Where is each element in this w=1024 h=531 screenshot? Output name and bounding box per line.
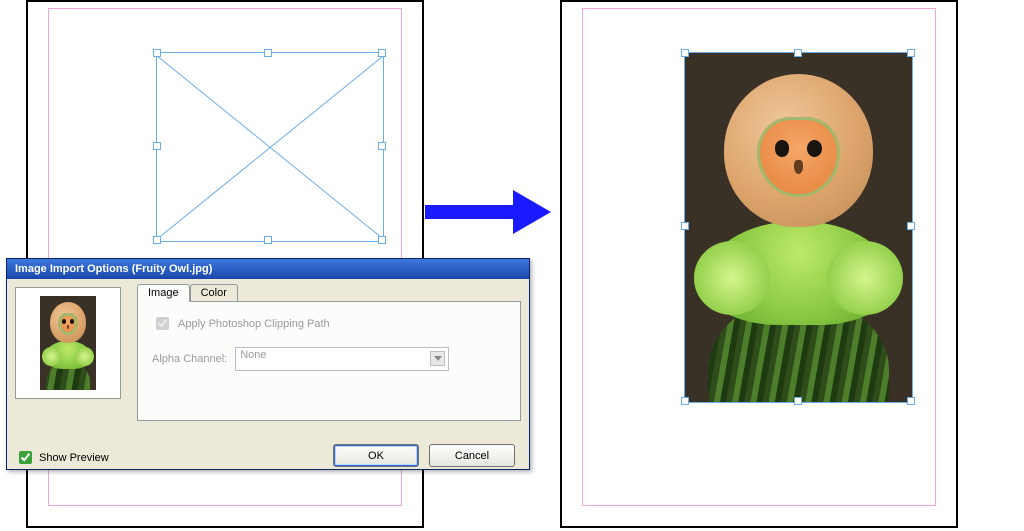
frame-handle[interactable] [907,397,915,405]
frame-handle[interactable] [681,397,689,405]
alpha-channel-dropdown: None [235,347,449,371]
apply-clipping-row: Apply Photoshop Clipping Path [152,314,506,333]
apply-clipping-label: Apply Photoshop Clipping Path [178,318,330,330]
alpha-channel-value: None [240,349,266,361]
dialog-titlebar[interactable]: Image Import Options (Fruity Owl.jpg) [7,259,529,279]
placed-image-frame[interactable] [684,52,913,403]
show-preview-label: Show Preview [39,452,109,464]
alpha-channel-label: Alpha Channel: [152,353,227,365]
frame-handle[interactable] [153,49,161,57]
frame-handle[interactable] [794,397,802,405]
frame-handle[interactable] [153,142,161,150]
frame-handle[interactable] [378,49,386,57]
frame-handle[interactable] [794,49,802,57]
frame-handle[interactable] [681,49,689,57]
frame-handle[interactable] [907,49,915,57]
frame-handle[interactable] [378,236,386,244]
frame-handle[interactable] [907,222,915,230]
frame-handle[interactable] [681,222,689,230]
preview-thumbnail [15,287,121,399]
show-preview-checkbox[interactable] [19,451,32,464]
dialog-tabs: Image Color [137,283,238,301]
image-import-options-dialog: Image Import Options (Fruity Owl.jpg) Im… [6,258,530,470]
tab-color[interactable]: Color [190,284,238,302]
tab-image[interactable]: Image [137,284,190,302]
frame-handle[interactable] [264,236,272,244]
show-preview-row[interactable]: Show Preview [15,448,109,467]
frame-handle[interactable] [153,236,161,244]
cancel-button[interactable]: Cancel [429,444,515,467]
page-right [560,0,958,528]
frame-handle[interactable] [378,142,386,150]
arrow-icon [425,190,551,234]
placed-image-content [685,53,912,402]
dialog-title: Image Import Options (Fruity Owl.jpg) [15,263,212,275]
tab-panel-image: Apply Photoshop Clipping Path Alpha Chan… [137,301,521,421]
apply-clipping-checkbox [156,317,169,330]
frame-handle[interactable] [264,49,272,57]
ok-button[interactable]: OK [333,444,419,467]
placeholder-frame[interactable] [156,52,384,242]
